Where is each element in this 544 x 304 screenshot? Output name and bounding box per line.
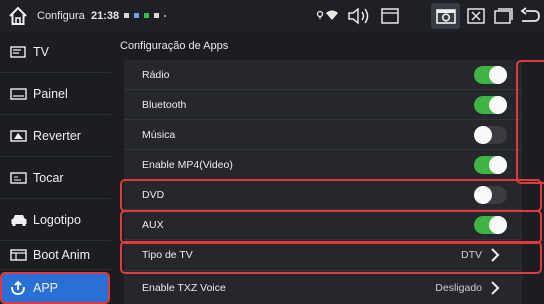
- home-icon[interactable]: [8, 6, 28, 26]
- app-settings-panel: Configuração de Apps Rádio Bluetooth Mús…: [111, 32, 544, 304]
- screen: Configura 21:38 TV Painel Reverter Tocar…: [0, 0, 544, 304]
- section-title: Configuração de Apps: [120, 40, 229, 52]
- sidebar-item-label: TV: [33, 45, 49, 59]
- setting-row-musica[interactable]: Música: [124, 120, 522, 150]
- bluetooth-toggle[interactable]: [474, 96, 507, 114]
- setting-label: Rádio: [142, 69, 170, 81]
- app-settings-list: Rádio Bluetooth Música Enable MP4(Video)…: [124, 60, 522, 304]
- setting-row-mp4[interactable]: Enable MP4(Video): [124, 150, 522, 180]
- setting-label: Tipo de TV: [142, 249, 193, 261]
- touch-icon: [10, 171, 28, 185]
- sidebar-item-label: Boot Anim: [33, 248, 90, 262]
- toggle-knob: [489, 66, 507, 84]
- setting-row-bluetooth[interactable]: Bluetooth: [124, 90, 522, 120]
- sidebar-item-painel[interactable]: Painel: [0, 73, 111, 115]
- location-wifi-icon: [316, 6, 340, 26]
- notification-icon: [164, 15, 166, 17]
- sidebar-item-logotipo[interactable]: Logotipo: [0, 199, 111, 241]
- car-logo-icon: [10, 213, 28, 227]
- setting-label: Música: [142, 129, 176, 141]
- notification-icons: [124, 13, 166, 18]
- notification-icon: [124, 13, 129, 18]
- sidebar-item-label: APP: [33, 281, 59, 295]
- notification-icon: [134, 13, 139, 18]
- setting-value: DTV: [461, 249, 482, 261]
- mp4-toggle[interactable]: [474, 156, 507, 174]
- volume-icon[interactable]: [346, 6, 372, 26]
- setting-value: Desligado: [435, 282, 482, 294]
- setting-row-tipo-de-tv[interactable]: Tipo de TV DTV: [124, 240, 522, 271]
- recent-apps-icon[interactable]: [492, 6, 514, 26]
- close-window-icon[interactable]: [465, 6, 487, 26]
- musica-toggle[interactable]: [474, 126, 507, 144]
- app-icon: [10, 280, 28, 295]
- setting-label: Bluetooth: [142, 99, 187, 111]
- chevron-right-icon: [490, 280, 500, 296]
- tv-icon: [10, 45, 28, 59]
- sidebar-item-label: Logotipo: [33, 212, 81, 227]
- toggle-knob: [474, 126, 492, 144]
- toggle-knob: [474, 186, 492, 204]
- toggle-knob: [489, 96, 507, 114]
- setting-row-dvd[interactable]: DVD: [124, 180, 522, 210]
- radio-toggle[interactable]: [474, 66, 507, 84]
- setting-label: Enable MP4(Video): [142, 159, 233, 171]
- setting-label: DVD: [142, 189, 165, 201]
- setting-row-radio[interactable]: Rádio: [124, 60, 522, 90]
- reverse-camera-icon: [10, 129, 28, 143]
- toggle-knob: [489, 156, 507, 174]
- toggle-knob: [489, 216, 507, 234]
- notification-icon: [144, 13, 149, 18]
- setting-label: Enable TXZ Voice: [142, 282, 226, 294]
- sidebar-item-reverter[interactable]: Reverter: [0, 115, 111, 157]
- setting-label: AUX: [142, 219, 164, 231]
- notification-icon: [154, 13, 159, 18]
- boot-animation-icon: [10, 248, 28, 262]
- sidebar-item-label: Painel: [33, 86, 68, 101]
- sidebar-item-tocar[interactable]: Tocar: [0, 157, 111, 199]
- sidebar-item-tv[interactable]: TV: [0, 32, 111, 73]
- sidebar-item-boot-anim[interactable]: Boot Anim: [0, 241, 111, 270]
- status-bar: Configura 21:38: [0, 0, 544, 32]
- panel-icon: [10, 87, 28, 101]
- sidebar-item-label: Tocar: [33, 170, 64, 185]
- screenshot-icon[interactable]: [378, 6, 402, 26]
- aux-toggle[interactable]: [474, 216, 507, 234]
- back-icon[interactable]: [518, 6, 542, 26]
- sidebar-item-app[interactable]: APP: [0, 272, 110, 304]
- sidebar-item-label: Reverter: [33, 128, 81, 143]
- dvd-toggle[interactable]: [474, 186, 507, 204]
- settings-sidebar: TV Painel Reverter Tocar Logotipo Boot A…: [0, 32, 111, 304]
- status-clock: 21:38: [91, 10, 120, 22]
- chevron-right-icon: [490, 247, 500, 263]
- setting-row-aux[interactable]: AUX: [124, 210, 522, 240]
- status-app-title: Configura: [37, 10, 85, 22]
- camera-icon[interactable]: [434, 6, 458, 26]
- setting-row-txz-voice[interactable]: Enable TXZ Voice Desligado: [124, 271, 522, 304]
